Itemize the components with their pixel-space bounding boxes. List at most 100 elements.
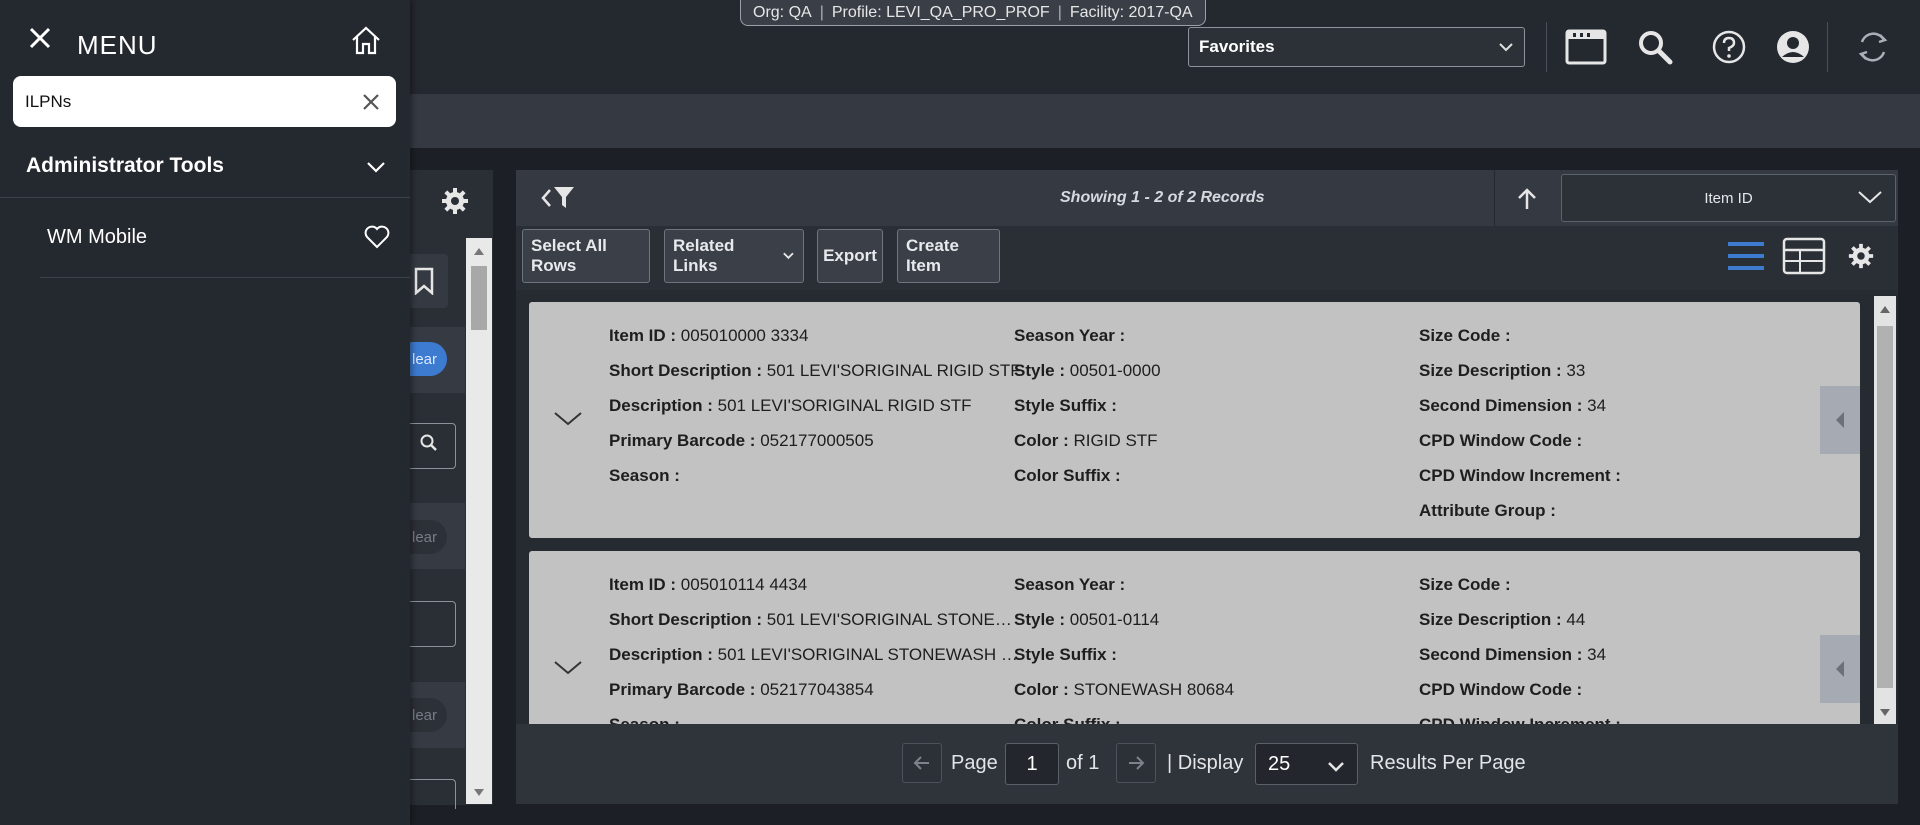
field-style: Style : 00501-0000 bbox=[1014, 361, 1161, 380]
scroll-thumb[interactable] bbox=[1877, 326, 1893, 688]
display-label: | Display bbox=[1167, 752, 1244, 774]
clear-label: lear bbox=[411, 706, 437, 724]
record-count: Showing 1 - 2 of 2 Records bbox=[1060, 189, 1265, 206]
filter-scrollbar[interactable] bbox=[466, 238, 492, 804]
refresh-icon[interactable] bbox=[1851, 25, 1895, 69]
sort-field-value: Item ID bbox=[1704, 189, 1753, 207]
user-account-icon[interactable] bbox=[1771, 25, 1815, 69]
clear-label: lear bbox=[411, 528, 437, 546]
field-second-dimension: Second Dimension : 34 bbox=[1419, 645, 1607, 664]
search-icon[interactable] bbox=[420, 434, 438, 457]
results-per-page-dropdown[interactable]: 25 bbox=[1255, 743, 1358, 785]
window-icon[interactable] bbox=[1564, 25, 1608, 69]
field-attribute-group: Attribute Group : bbox=[1419, 501, 1556, 520]
sort-field-dropdown[interactable]: Item ID bbox=[1561, 174, 1896, 222]
chevron-down-icon bbox=[1327, 756, 1345, 779]
field-color: Color : RIGID STF bbox=[1014, 431, 1158, 450]
menu-item-wm-mobile[interactable]: WM Mobile bbox=[40, 208, 410, 278]
favorite-heart-icon[interactable] bbox=[362, 222, 392, 252]
page-label: Page bbox=[951, 752, 998, 774]
help-icon[interactable] bbox=[1707, 25, 1751, 69]
favorites-label: Favorites bbox=[1199, 37, 1275, 56]
scroll-thumb[interactable] bbox=[471, 266, 487, 330]
select-all-rows-button[interactable]: Select All Rows bbox=[522, 229, 650, 283]
list-view-icon[interactable] bbox=[1723, 236, 1769, 276]
clear-label: lear bbox=[411, 350, 437, 368]
field-item-id: Item ID : 005010000 3334 bbox=[609, 326, 809, 345]
page-total-label: of 1 bbox=[1066, 752, 1100, 774]
field-color-suffix: Color Suffix : bbox=[1014, 466, 1121, 485]
record-card[interactable]: Item ID : 005010000 3334 Short Descripti… bbox=[529, 302, 1860, 538]
results-per-page-value: 25 bbox=[1268, 752, 1291, 775]
bookmark-icon bbox=[414, 267, 434, 295]
record-card[interactable]: Item ID : 005010114 4434 Short Descripti… bbox=[529, 551, 1860, 724]
results-per-page-label: Results Per Page bbox=[1370, 752, 1526, 774]
arrow-up-icon bbox=[1518, 188, 1536, 209]
close-icon[interactable] bbox=[24, 22, 56, 54]
menu-section-label: Administrator Tools bbox=[26, 154, 224, 177]
field-season-year: Season Year : bbox=[1014, 326, 1126, 345]
list-settings-gear-icon[interactable] bbox=[1838, 236, 1884, 276]
export-button[interactable]: Export bbox=[817, 229, 883, 283]
facility-label: Facility: 2017-QA bbox=[1069, 3, 1193, 21]
menu-section-administrator-tools[interactable]: Administrator Tools bbox=[0, 140, 410, 198]
page-number-input[interactable]: 1 bbox=[1005, 743, 1059, 785]
menu-item-label: WM Mobile bbox=[47, 226, 148, 248]
separator: | bbox=[819, 3, 824, 21]
field-description: Description : 501 LEVI'SORIGINAL STONEWA… bbox=[609, 645, 1018, 664]
scroll-down-arrow[interactable] bbox=[1880, 709, 1890, 716]
record-column-1: Item ID : 005010114 4434 Short Descripti… bbox=[609, 567, 1018, 724]
arrow-left-icon bbox=[913, 756, 929, 770]
field-primary-barcode: Primary Barcode : 052177000505 bbox=[609, 431, 874, 450]
menu-search-input[interactable] bbox=[25, 76, 355, 127]
caret-left-icon bbox=[1836, 412, 1844, 428]
records-list: Item ID : 005010000 3334 Short Descripti… bbox=[516, 290, 1898, 724]
arrow-right-icon bbox=[1129, 756, 1145, 770]
home-icon[interactable] bbox=[348, 22, 384, 58]
search-icon[interactable] bbox=[1633, 25, 1677, 69]
scroll-up-arrow[interactable] bbox=[474, 248, 484, 255]
field-color-suffix: Color Suffix : bbox=[1014, 707, 1234, 724]
related-links-button[interactable]: Related Links bbox=[664, 229, 804, 283]
create-item-button[interactable]: Create Item bbox=[897, 229, 1000, 283]
record-details-tab[interactable] bbox=[1820, 386, 1860, 454]
toggle-filter-button[interactable] bbox=[540, 180, 590, 216]
field-season: Season : bbox=[609, 466, 680, 485]
record-column-1: Item ID : 005010000 3334 Short Descripti… bbox=[609, 318, 1021, 493]
record-column-2: Season Year : Style : 00501-0114 Style S… bbox=[1014, 567, 1234, 724]
chevron-down-icon bbox=[783, 252, 794, 260]
records-scrollbar[interactable] bbox=[1874, 296, 1896, 724]
field-short-description: Short Description : 501 LEVI'SORIGINAL R… bbox=[609, 361, 1021, 380]
divider bbox=[1494, 170, 1495, 226]
chevron-down-icon[interactable] bbox=[553, 410, 585, 430]
field-size-code: Size Code : bbox=[1419, 326, 1511, 345]
field-style-suffix: Style Suffix : bbox=[1014, 396, 1117, 415]
field-primary-barcode: Primary Barcode : 052177043854 bbox=[609, 680, 874, 699]
previous-page-button[interactable] bbox=[902, 743, 942, 783]
chevron-down-icon bbox=[366, 160, 386, 178]
next-page-button[interactable] bbox=[1116, 743, 1156, 783]
chevron-down-icon[interactable] bbox=[553, 659, 585, 679]
field-cpd-window-code: CPD Window Code : bbox=[1419, 431, 1583, 450]
field-season-year: Season Year : bbox=[1014, 575, 1126, 594]
navigation-menu: MENU Administrator Tools WM Mobile bbox=[0, 0, 410, 825]
org-label: Org: QA bbox=[753, 3, 812, 21]
separator: | bbox=[1057, 3, 1062, 21]
filter-settings-gear-icon[interactable] bbox=[440, 186, 474, 220]
scroll-down-arrow[interactable] bbox=[474, 789, 484, 796]
grid-view-icon[interactable] bbox=[1781, 236, 1827, 276]
field-cpd-window-increment: CPD Window Increment : bbox=[1419, 466, 1621, 485]
clear-search-icon[interactable] bbox=[358, 89, 384, 115]
record-details-tab[interactable] bbox=[1820, 635, 1860, 703]
menu-title: MENU bbox=[77, 30, 158, 60]
field-season: Season : bbox=[609, 707, 1018, 724]
context-info: Org: QA | Profile: LEVI_QA_PRO_PROF | Fa… bbox=[740, 0, 1206, 26]
record-column-3: Size Code : Size Description : 33 Second… bbox=[1419, 318, 1621, 528]
field-size-description: Size Description : 33 bbox=[1419, 361, 1586, 380]
favorites-dropdown[interactable]: Favorites bbox=[1188, 27, 1525, 67]
field-cpd-window-code: CPD Window Code : bbox=[1419, 680, 1583, 699]
sort-direction-button[interactable] bbox=[1508, 180, 1546, 218]
divider bbox=[1827, 22, 1828, 72]
scroll-up-arrow[interactable] bbox=[1880, 306, 1890, 313]
filter-funnel-icon bbox=[541, 187, 574, 208]
